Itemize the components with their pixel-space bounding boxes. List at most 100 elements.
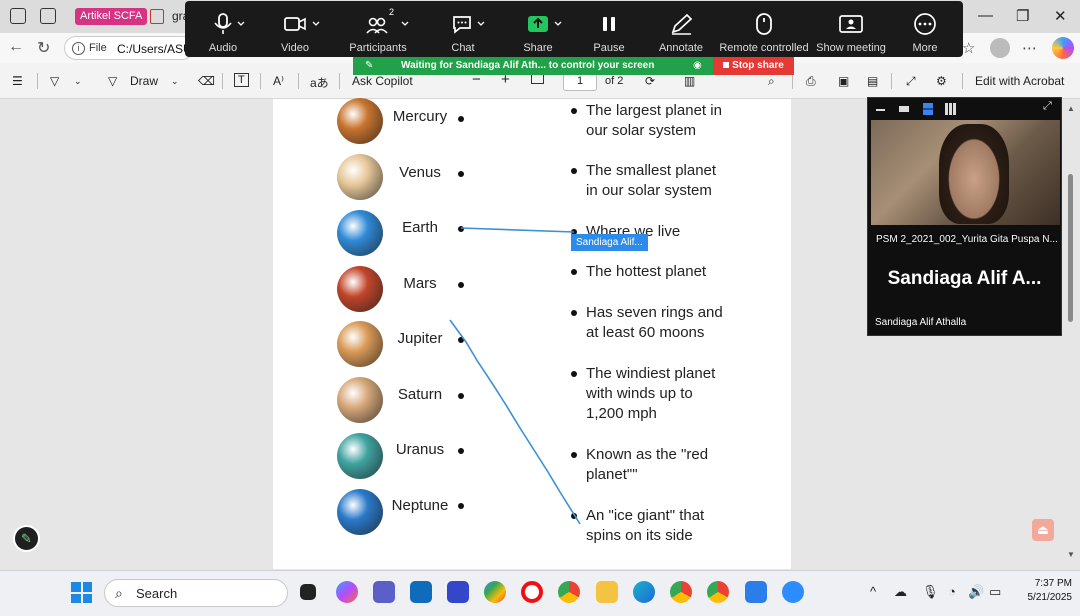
draw-icon[interactable]: ▽: [108, 74, 117, 88]
back-icon[interactable]: ←: [8, 38, 24, 56]
chat-button[interactable]: Chat: [435, 1, 491, 57]
chevron-up-icon[interactable]: ^: [870, 584, 876, 599]
chevron-down-icon[interactable]: ⌄: [171, 76, 179, 87]
settings-more-icon[interactable]: ⋯: [1022, 39, 1037, 57]
scrollbar[interactable]: ▲ ▼: [1066, 104, 1075, 564]
match-dot[interactable]: [571, 452, 577, 458]
chrome-profile-k-icon[interactable]: [670, 581, 692, 603]
search-icon[interactable]: ⌕: [768, 74, 775, 89]
start-icon[interactable]: [71, 582, 92, 603]
avatar[interactable]: [990, 38, 1010, 58]
neptune-image: [334, 486, 386, 538]
clock[interactable]: 7:37 PM 5/21/2025: [1006, 577, 1073, 605]
read-aloud-icon[interactable]: A⁾: [273, 74, 284, 88]
video-button[interactable]: Video: [265, 1, 325, 57]
match-dot[interactable]: [458, 171, 464, 177]
minimize-icon[interactable]: —: [978, 7, 993, 24]
taskbar-search[interactable]: ⌕ Search: [104, 579, 288, 607]
show-meeting-button[interactable]: Show meeting: [813, 1, 889, 57]
wifi-icon[interactable]: ◔: [948, 584, 956, 599]
favorites-icon[interactable]: ☆: [962, 39, 975, 57]
restore-icon[interactable]: ❐: [1016, 7, 1029, 25]
share-button[interactable]: Share: [510, 1, 566, 57]
cloud-icon[interactable]: ☁: [894, 584, 907, 600]
highlight-icon[interactable]: ▽: [50, 74, 59, 88]
uranus-image: [334, 430, 386, 482]
match-dot[interactable]: [571, 269, 577, 275]
tab-group-label[interactable]: Artikel SCFA: [75, 8, 148, 25]
audio-button[interactable]: Audio: [195, 1, 251, 57]
save-icon[interactable]: ▣: [838, 74, 849, 88]
text-box-icon[interactable]: T: [234, 73, 249, 87]
address-bar[interactable]: i File C:/Users/ASU: [64, 36, 194, 60]
copilot-app-icon[interactable]: [336, 581, 358, 603]
zoom-app-icon[interactable]: [782, 581, 804, 603]
save-as-icon[interactable]: ▤: [867, 74, 878, 88]
scroll-down-icon[interactable]: ▼: [1067, 550, 1075, 559]
match-dot[interactable]: [571, 108, 577, 114]
scroll-thumb[interactable]: [1068, 174, 1073, 322]
reload-icon[interactable]: ↻: [37, 38, 50, 58]
address-url[interactable]: C:/Users/ASU: [117, 42, 192, 56]
opera-icon[interactable]: [521, 581, 543, 603]
match-dot[interactable]: [571, 513, 577, 519]
chevron-down-icon[interactable]: ⌄: [74, 76, 82, 87]
chrome-profile-icon[interactable]: [484, 581, 506, 603]
microphone-icon[interactable]: 🎙: [922, 584, 939, 600]
match-dot[interactable]: [571, 168, 577, 174]
page-view-icon[interactable]: ▥: [684, 74, 695, 88]
volume-icon[interactable]: 🔊: [968, 584, 984, 600]
match-dot[interactable]: [458, 393, 464, 399]
expand-icon[interactable]: ⤢: [1043, 100, 1052, 113]
remote-control-button[interactable]: Remote controlled: [718, 1, 810, 57]
scroll-up-icon[interactable]: ▲: [1067, 104, 1075, 113]
match-dot[interactable]: [458, 503, 464, 509]
gear-icon[interactable]: ⚙: [936, 74, 947, 88]
mars-image: [334, 263, 386, 315]
match-dot[interactable]: [458, 226, 464, 232]
edit-with-acrobat-button[interactable]: Edit with Acrobat: [975, 74, 1064, 88]
fullscreen-icon[interactable]: ⤢: [906, 74, 916, 89]
match-dot[interactable]: [571, 371, 577, 377]
rotate-icon[interactable]: ⟳: [645, 74, 655, 88]
chrome-icon[interactable]: [558, 581, 580, 603]
tab-actions-icon[interactable]: [40, 8, 56, 24]
battery-icon[interactable]: ▭: [989, 584, 1001, 600]
copilot-icon[interactable]: [1052, 37, 1074, 59]
teams-icon[interactable]: [373, 581, 395, 603]
task-view-icon[interactable]: [300, 584, 316, 600]
view-single-icon[interactable]: [899, 106, 909, 112]
view-grid-icon[interactable]: [945, 103, 957, 115]
workspaces-icon[interactable]: [10, 8, 26, 24]
pen-tool-icon[interactable]: ✎: [13, 525, 40, 552]
outlook-icon[interactable]: [410, 581, 432, 603]
photos-icon[interactable]: [745, 581, 767, 603]
view-stack-icon[interactable]: [923, 103, 933, 115]
chrome-profile-y-icon[interactable]: [707, 581, 729, 603]
ask-copilot-button[interactable]: Ask Copilot: [352, 74, 413, 88]
more-button[interactable]: More: [897, 1, 953, 57]
edge-icon[interactable]: [633, 581, 655, 603]
annotate-button[interactable]: Annotate: [651, 1, 711, 57]
acrobat-icon[interactable]: ⏏: [1032, 519, 1054, 541]
minimize-icon[interactable]: [876, 109, 885, 111]
file-explorer-icon[interactable]: [596, 581, 618, 603]
translate-icon[interactable]: aあ: [310, 74, 329, 91]
pause-button[interactable]: Pause: [581, 1, 637, 57]
info-icon[interactable]: i: [72, 42, 85, 55]
stylus-app-icon[interactable]: [447, 581, 469, 603]
stop-share-button[interactable]: Stop share: [713, 57, 794, 75]
eraser-icon[interactable]: ⌫: [198, 74, 215, 88]
match-dot[interactable]: [571, 310, 577, 316]
match-dot[interactable]: [458, 282, 464, 288]
close-window-icon[interactable]: ✕: [1054, 7, 1067, 25]
remote-cursor-label: Sandiaga Alif...: [571, 234, 648, 251]
contents-icon[interactable]: ☰: [12, 74, 23, 88]
print-icon[interactable]: ⎙: [806, 74, 816, 89]
match-dot[interactable]: [458, 448, 464, 454]
match-dot[interactable]: [458, 116, 464, 122]
clock-date: 5/21/2025: [1027, 592, 1073, 603]
match-dot[interactable]: [458, 337, 464, 343]
participants-button[interactable]: 2 Participants: [340, 1, 416, 57]
draw-button[interactable]: Draw: [130, 74, 158, 88]
